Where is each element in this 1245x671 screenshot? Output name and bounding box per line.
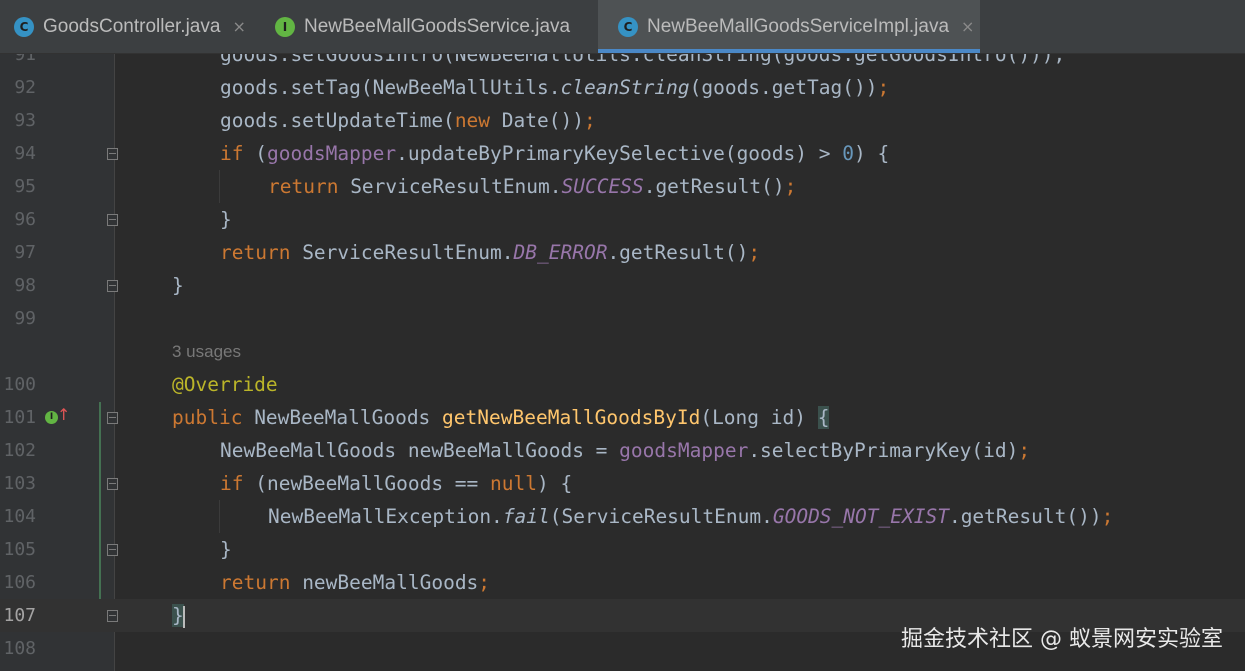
tab-label: NewBeeMallGoodsServiceImpl.java [647,15,950,37]
editor-tab-bar: C GoodsController.java × I NewBeeMallGoo… [0,0,1245,54]
code-line-91[interactable]: 91 goods.setGoodsIntro(NewBeeMallUtils.c… [0,54,1245,71]
usages-hint-line[interactable]: 3 usages [0,335,1245,368]
tab-goods-service-impl[interactable]: C NewBeeMallGoodsServiceImpl.java × [598,0,980,53]
code-line-104[interactable]: 104 NewBeeMallException.fail(ServiceResu… [0,500,1245,533]
class-icon: C [618,16,638,37]
code-line-105[interactable]: 105 } [0,533,1245,566]
class-icon: C [14,16,34,37]
code-line-92[interactable]: 92 goods.setTag(NewBeeMallUtils.cleanStr… [0,71,1245,104]
fold-toggle-icon[interactable] [107,478,118,490]
fold-end-icon[interactable] [107,544,118,556]
watermark: 掘金技术社区 @ 蚁景网安实验室 [901,627,1223,652]
tab-label: NewBeeMallGoodsService.java [304,15,571,37]
tab-label: GoodsController.java [43,15,221,37]
code-line-98[interactable]: 98 } [0,269,1245,302]
tab-goods-service[interactable]: I NewBeeMallGoodsService.java [258,0,598,53]
code-line-95[interactable]: 95 return ServiceResultEnum.SUCCESS.getR… [0,170,1245,203]
code-line-94[interactable]: 94 if (goodsMapper.updateByPrimaryKeySel… [0,137,1245,170]
code-line-97[interactable]: 97 return ServiceResultEnum.DB_ERROR.get… [0,236,1245,269]
code-line-96[interactable]: 96 } [0,203,1245,236]
code-line-99[interactable]: 99 [0,302,1245,335]
code-line-103[interactable]: 103 if (newBeeMallGoods == null) { [0,467,1245,500]
code-editor[interactable]: 91 goods.setGoodsIntro(NewBeeMallUtils.c… [0,54,1245,671]
interface-icon: I [275,16,295,37]
fold-toggle-icon[interactable] [107,148,118,160]
text-caret [182,605,185,628]
up-arrow-icon[interactable]: ↑ [57,405,70,425]
code-line-101[interactable]: 101 I ↑ public NewBeeMallGoods getNewBee… [0,401,1245,434]
code-line-106[interactable]: 106 return newBeeMallGoods; [0,566,1245,599]
fold-end-icon[interactable] [107,280,118,292]
code-line-102[interactable]: 102 NewBeeMallGoods newBeeMallGoods = go… [0,434,1245,467]
fold-end-icon[interactable] [107,610,118,622]
code-line-93[interactable]: 93 goods.setUpdateTime(new Date()); [0,104,1245,137]
tab-goods-controller[interactable]: C GoodsController.java × [0,0,258,53]
usages-hint[interactable]: 3 usages [172,335,241,368]
fold-toggle-icon[interactable] [107,412,118,424]
close-icon[interactable]: × [961,17,974,36]
code-line-100[interactable]: 100 @Override [0,368,1245,401]
fold-end-icon[interactable] [107,214,118,226]
close-icon[interactable]: × [232,17,245,36]
